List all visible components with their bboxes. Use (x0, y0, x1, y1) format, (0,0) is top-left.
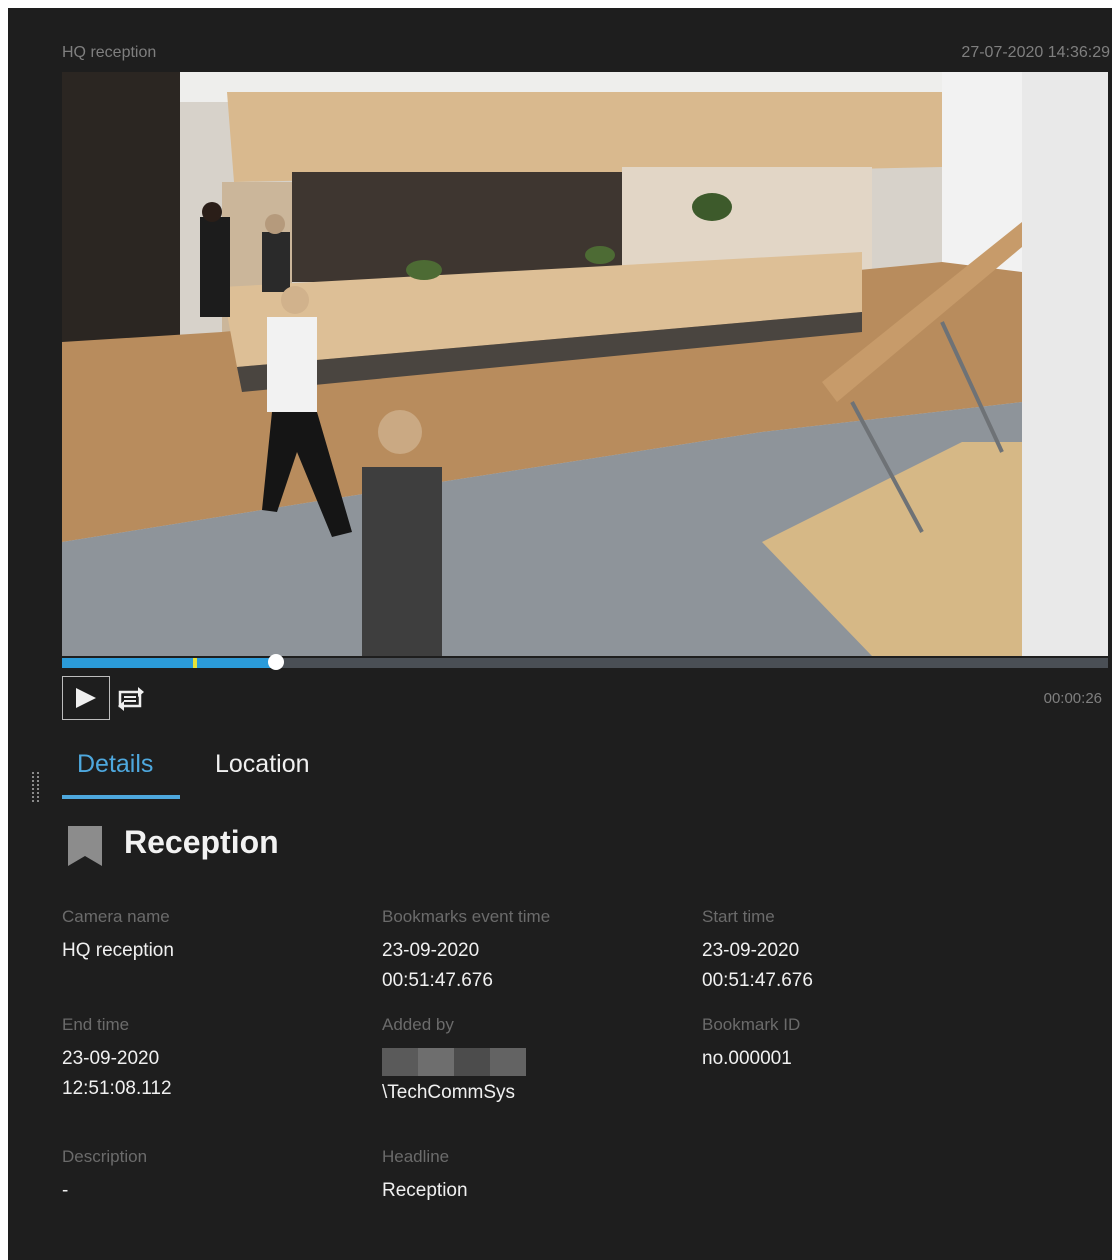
headline-label: Headline (382, 1147, 450, 1166)
playback-duration: 00:00:26 (1043, 690, 1102, 707)
added-by-field: Added by \TechCommSys (382, 1014, 682, 1108)
start-time-label: Start time (702, 907, 775, 926)
headline-value: Reception (382, 1180, 468, 1201)
bookmark-id-value: no.000001 (702, 1048, 792, 1069)
end-time-value: 23-09-2020 12:51:08.112 (62, 1048, 172, 1099)
bookmark-icon (68, 826, 102, 866)
event-time-field: Bookmarks event time 23-09-2020 00:51:47… (382, 906, 682, 996)
camera-timestamp: 27-07-2020 14:36:29 (961, 44, 1110, 61)
start-time-field: Start time 23-09-2020 00:51:47.676 (702, 906, 1002, 996)
timeline-scrubber-handle[interactable] (268, 654, 285, 670)
timeline-bookmark-marker[interactable] (192, 658, 197, 668)
tab-location[interactable]: Location (215, 750, 310, 779)
video-frame[interactable] (62, 72, 1108, 656)
play-icon (76, 688, 96, 708)
playback-timeline[interactable] (62, 654, 1108, 670)
play-button[interactable] (62, 676, 110, 720)
loop-icon (118, 687, 144, 711)
start-time-value: 23-09-2020 00:51:47.676 (702, 940, 813, 991)
added-by-value: \TechCommSys (382, 1082, 516, 1103)
tab-details[interactable]: Details (77, 750, 153, 779)
camera-title: HQ reception (62, 44, 157, 61)
bookmark-preview-panel: HQ reception 27-07-2020 14:36:29 00:00:2… (8, 8, 1112, 1260)
end-time-label: End time (62, 1015, 130, 1034)
resize-grip-icon[interactable] (32, 772, 40, 806)
camera-header: HQ reception 27-07-2020 14:36:29 (62, 44, 1110, 64)
active-tab-indicator (62, 795, 180, 799)
camera-name-value: HQ reception (62, 940, 174, 961)
event-time-value: 23-09-2020 00:51:47.676 (382, 940, 493, 991)
description-value: - (62, 1180, 69, 1201)
event-time-label: Bookmarks event time (382, 907, 551, 926)
redacted-username (382, 1048, 682, 1076)
added-by-label: Added by (382, 1015, 454, 1034)
description-field: Description - (62, 1146, 362, 1206)
headline-field: Headline Reception (382, 1146, 682, 1206)
description-label: Description (62, 1147, 148, 1166)
end-time-field: End time 23-09-2020 12:51:08.112 (62, 1014, 362, 1104)
bookmark-title: Reception (124, 824, 279, 860)
camera-scene-image (62, 72, 1108, 656)
camera-name-label: Camera name (62, 907, 170, 926)
camera-name-field: Camera name HQ reception (62, 906, 362, 966)
bookmark-id-field: Bookmark ID no.000001 (702, 1014, 1002, 1074)
loop-button[interactable] (116, 684, 146, 714)
timeline-progress (62, 658, 277, 668)
bookmark-id-label: Bookmark ID (702, 1015, 801, 1034)
